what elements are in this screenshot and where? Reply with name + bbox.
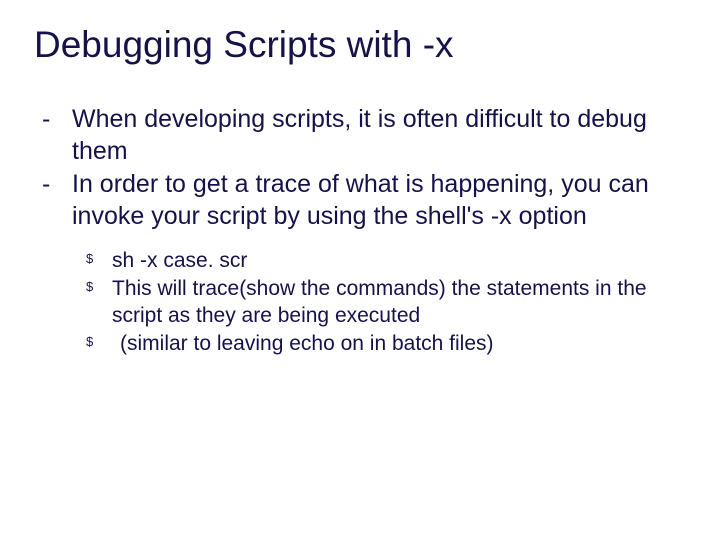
bullet-text: In order to get a trace of what is happe… — [72, 170, 649, 230]
bullet-item: When developing scripts, it is often dif… — [72, 104, 680, 167]
sub-bullet-list: sh -x case. scr This will trace(show the… — [72, 248, 680, 357]
slide-title: Debugging Scripts with -x — [34, 24, 686, 66]
sub-bullet-text: (similar to leaving echo on in batch fil… — [112, 331, 494, 357]
main-bullet-list: When developing scripts, it is often dif… — [34, 104, 686, 357]
sub-bullet-item: This will trace(show the commands) the s… — [112, 276, 680, 329]
bullet-item: In order to get a trace of what is happe… — [72, 169, 680, 357]
sub-bullet-item: sh -x case. scr — [112, 248, 680, 274]
slide: Debugging Scripts with -x When developin… — [0, 0, 720, 540]
sub-bullet-item: (similar to leaving echo on in batch fil… — [112, 331, 680, 357]
